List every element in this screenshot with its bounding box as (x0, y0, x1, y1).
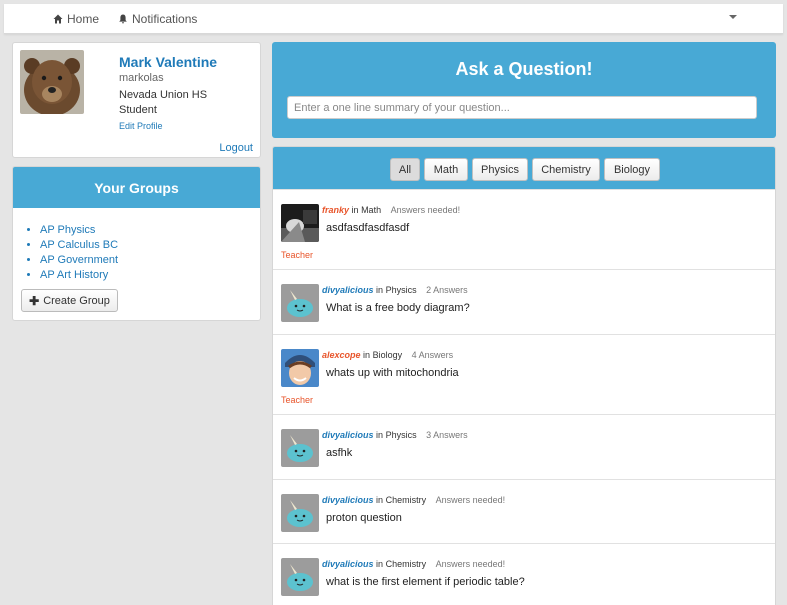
question-in-label: in (376, 559, 384, 569)
top-navbar: Home Notifications (4, 4, 783, 34)
filter-all-button[interactable]: All (390, 158, 420, 181)
question-group: Biology (372, 350, 403, 360)
groups-list: AP Physics AP Calculus BC AP Government … (40, 223, 118, 283)
group-item: AP Art History (40, 268, 118, 283)
narwhal-avatar-image (281, 284, 319, 322)
nav-notifications-link[interactable]: Notifications (118, 12, 197, 26)
create-group-label: Create Group (43, 294, 110, 307)
question-author[interactable]: divyalicious (322, 430, 374, 440)
avatar (281, 429, 319, 467)
filter-math-button[interactable]: Math (424, 158, 468, 181)
avatar (281, 349, 319, 387)
avatar (281, 284, 319, 322)
avatar (20, 50, 84, 114)
question-item[interactable]: divyalicious in Chemistry Answers needed… (273, 543, 775, 605)
bell-icon (119, 14, 127, 24)
nav-home-link[interactable]: Home (53, 12, 99, 26)
question-title[interactable]: what is the first element if periodic ta… (326, 576, 525, 588)
question-title[interactable]: proton question (326, 512, 402, 524)
franky-avatar-image (281, 204, 319, 242)
question-meta: alexcope in Biology 4 Answers (322, 350, 453, 360)
alexcope-avatar-image (281, 349, 319, 387)
logout-link[interactable]: Logout (219, 142, 253, 154)
question-item[interactable]: divyalicious in Chemistry Answers needed… (273, 479, 775, 543)
edit-profile-link[interactable]: Edit Profile (119, 121, 163, 131)
question-title[interactable]: What is a free body diagram? (326, 302, 470, 314)
question-item[interactable]: divyalicious in Physics 2 Answers What i… (273, 269, 775, 334)
question-title[interactable]: whats up with mitochondria (326, 367, 459, 379)
question-group: Physics (385, 285, 417, 295)
group-link-ap-art-history[interactable]: AP Art History (40, 269, 108, 281)
groups-panel: Your Groups AP Physics AP Calculus BC AP… (12, 166, 261, 321)
nav-home-label: Home (67, 12, 100, 26)
question-in-label: in (376, 495, 384, 505)
question-answer-count: Answers needed! (390, 205, 461, 215)
avatar (281, 558, 319, 596)
group-item: AP Calculus BC (40, 238, 118, 253)
group-link-ap-physics[interactable]: AP Physics (40, 224, 95, 236)
avatar (281, 494, 319, 532)
plus-icon: ✚ (29, 293, 40, 308)
narwhal-avatar-image (281, 558, 319, 596)
questions-feed: All Math Physics Chemistry Biology frank… (272, 146, 776, 605)
avatar (281, 204, 319, 242)
ask-title: Ask a Question! (455, 59, 593, 79)
profile-school: Nevada Union HS (119, 89, 208, 101)
groups-title: Your Groups (94, 179, 179, 196)
profile-name[interactable]: Mark Valentine (119, 54, 217, 70)
group-link-ap-calculus-bc[interactable]: AP Calculus BC (40, 239, 118, 251)
question-in-label: in (376, 285, 384, 295)
author-role-badge: Teacher (281, 395, 314, 405)
profile-card: Mark Valentine markolas Nevada Union HS … (12, 42, 261, 158)
question-answer-count: 2 Answers (426, 285, 468, 295)
question-answer-count: Answers needed! (435, 559, 506, 569)
question-answer-count: 3 Answers (426, 430, 468, 440)
question-summary-input[interactable] (287, 96, 757, 119)
filter-physics-button[interactable]: Physics (472, 158, 528, 181)
question-author[interactable]: divyalicious (322, 495, 374, 505)
group-item: AP Government (40, 253, 118, 268)
groups-header: Your Groups (13, 167, 260, 208)
question-author[interactable]: franky (322, 205, 349, 215)
question-group: Math (361, 205, 382, 215)
filter-chemistry-button[interactable]: Chemistry (532, 158, 600, 181)
question-meta: divyalicious in Physics 2 Answers (322, 285, 468, 295)
question-title[interactable]: asdfasdfasdfasdf (326, 222, 409, 234)
home-icon (53, 14, 63, 24)
nav-notifications-label: Notifications (132, 12, 198, 26)
bear-avatar-image (20, 50, 84, 114)
question-author[interactable]: divyalicious (322, 285, 374, 295)
group-link-ap-government[interactable]: AP Government (40, 254, 118, 266)
question-author[interactable]: divyalicious (322, 559, 374, 569)
question-author[interactable]: alexcope (322, 350, 361, 360)
group-item: AP Physics (40, 223, 118, 238)
question-in-label: in (351, 205, 359, 215)
narwhal-avatar-image (281, 429, 319, 467)
question-meta: franky in Math Answers needed! (322, 205, 460, 215)
profile-username: markolas (119, 72, 164, 84)
question-item[interactable]: divyalicious in Physics 3 Answers asfhk (273, 414, 775, 479)
question-meta: divyalicious in Physics 3 Answers (322, 430, 468, 440)
question-meta: divyalicious in Chemistry Answers needed… (322, 559, 505, 569)
question-item[interactable]: alexcope in Biology 4 Answers whats up w… (273, 334, 775, 414)
ask-question-panel: Ask a Question! (272, 42, 776, 138)
question-group: Physics (385, 430, 417, 440)
question-meta: divyalicious in Chemistry Answers needed… (322, 495, 505, 505)
question-in-label: in (376, 430, 384, 440)
question-title[interactable]: asfhk (326, 447, 352, 459)
create-group-button[interactable]: ✚ Create Group (21, 289, 118, 312)
question-group: Chemistry (385, 559, 427, 569)
question-item[interactable]: franky in Math Answers needed! asdfasdfa… (273, 189, 775, 269)
subject-filter-bar: All Math Physics Chemistry Biology (273, 147, 775, 189)
question-answer-count: 4 Answers (411, 350, 454, 360)
question-in-label: in (363, 350, 371, 360)
narwhal-avatar-image (281, 494, 319, 532)
question-answer-count: Answers needed! (435, 495, 506, 505)
caret-down-icon[interactable] (729, 15, 737, 19)
question-group: Chemistry (385, 495, 427, 505)
author-role-badge: Teacher (281, 250, 314, 260)
profile-role: Student (119, 104, 157, 116)
filter-biology-button[interactable]: Biology (604, 158, 660, 181)
